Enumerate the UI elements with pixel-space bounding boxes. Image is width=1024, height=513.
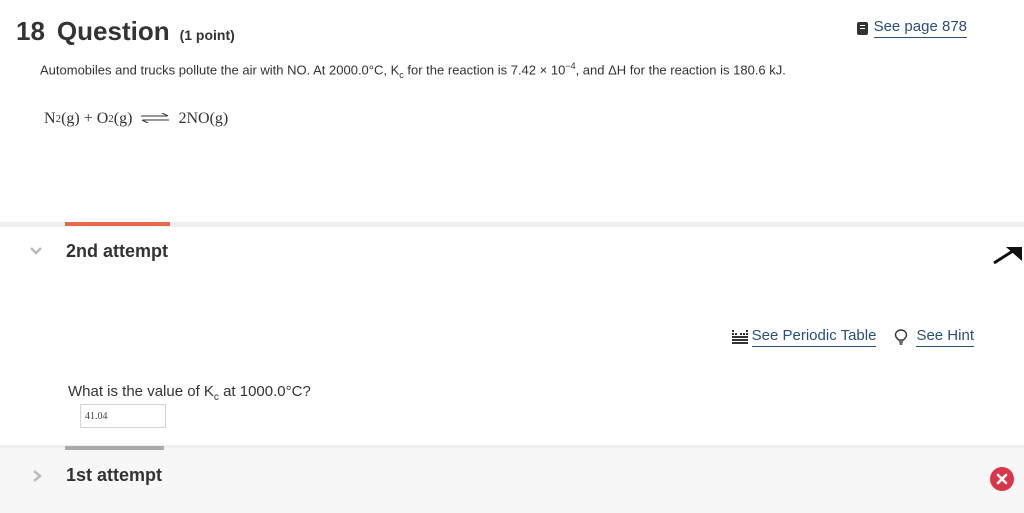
answer-input[interactable]	[80, 404, 166, 428]
question-header: 18 Question (1 point)	[16, 16, 235, 47]
attempt-1-label: 1st attempt	[66, 465, 163, 485]
question-prompt: Automobiles and trucks pollute the air w…	[40, 61, 786, 80]
mouse-cursor-icon	[990, 241, 1024, 269]
prompt-text-2: for the reaction is 7.42 × 10	[403, 62, 566, 78]
reaction-equation: N 2 (g) + O 2 (g) 2NO(g)	[44, 110, 228, 128]
question-title: Question	[56, 16, 170, 46]
periodic-table-icon	[731, 330, 748, 344]
lightbulb-icon	[894, 329, 908, 345]
attempt-2-header[interactable]: 2nd attempt	[0, 237, 1024, 267]
eq-part-1: (g) + O	[61, 110, 109, 127]
eq-product: 2NO(g)	[178, 110, 229, 127]
prompt-text-1: Automobiles and trucks pollute the air w…	[40, 62, 400, 78]
book-icon	[856, 21, 868, 35]
sub-question-part-1: What is the value of K	[68, 383, 214, 400]
chevron-right-icon[interactable]	[30, 468, 44, 484]
see-page-label[interactable]: See page 878	[873, 18, 967, 38]
attempt-1-bar	[65, 446, 164, 450]
see-page-link[interactable]: See page 878	[856, 18, 967, 38]
incorrect-x-icon	[990, 467, 1014, 491]
periodic-table-label[interactable]: See Periodic Table	[751, 327, 877, 347]
sub-question-text: What is the value of Kc at 1000.0°C?	[68, 383, 311, 403]
chevron-down-icon[interactable]	[28, 243, 44, 259]
prompt-exponent: −4	[565, 61, 576, 71]
attempt-2-label: 2nd attempt	[66, 241, 169, 261]
question-points: (1 point)	[179, 27, 235, 43]
equilibrium-arrow-icon	[140, 110, 170, 128]
periodic-table-link[interactable]: See Periodic Table	[731, 327, 877, 347]
attempt-accent-bar	[65, 222, 170, 226]
prompt-text-4: for the reaction is 180.6 kJ.	[626, 62, 786, 78]
hint-label[interactable]: See Hint	[916, 327, 974, 347]
prompt-text-3: , and ΔH	[575, 62, 627, 78]
eq-part-2: (g)	[113, 110, 133, 127]
tool-links: See Periodic Table See Hint	[731, 327, 974, 347]
question-number: 18	[16, 16, 45, 46]
eq-n: N	[44, 110, 56, 127]
sub-question-part-2: at 1000.0°C?	[218, 383, 311, 400]
attempt-1-header[interactable]: 1st attempt	[0, 462, 1024, 492]
hint-link[interactable]: See Hint	[894, 327, 974, 347]
